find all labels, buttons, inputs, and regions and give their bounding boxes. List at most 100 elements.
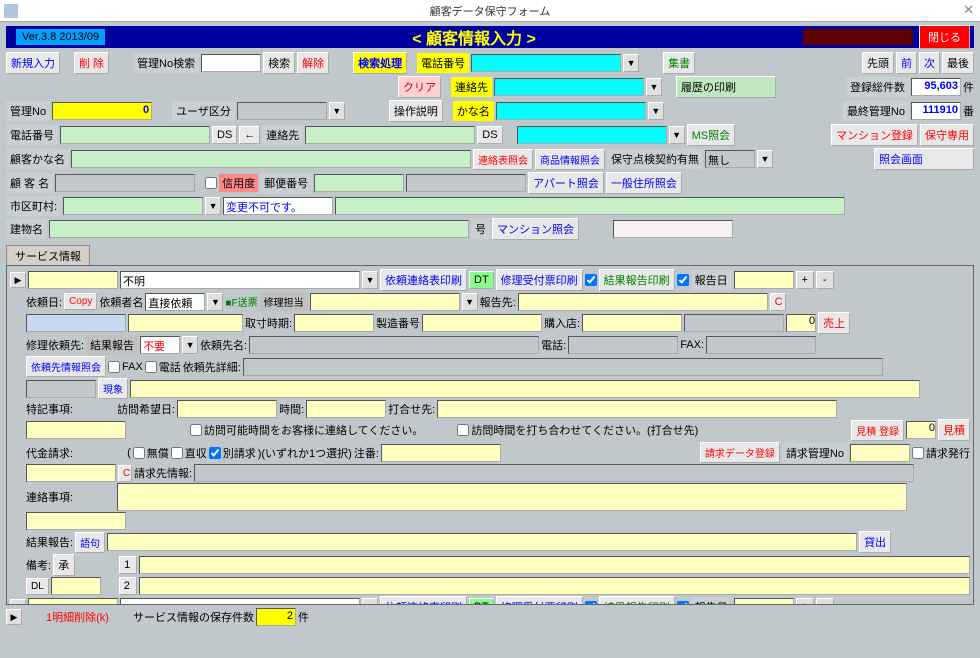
- address-input[interactable]: [335, 197, 845, 215]
- report-date-input-b[interactable]: [734, 598, 794, 605]
- new-entry-button[interactable]: 新規入力: [6, 52, 60, 74]
- bill-issue-chk[interactable]: [912, 447, 924, 459]
- note-input1[interactable]: [26, 421, 126, 439]
- phone-input[interactable]: [60, 126, 210, 144]
- req-print-button-b[interactable]: 依頼連絡表印刷: [380, 596, 467, 605]
- copy-button[interactable]: Copy: [64, 293, 97, 310]
- dt-button-b[interactable]: DT: [469, 598, 494, 605]
- addr-ref-button[interactable]: 一般住所照会: [606, 172, 682, 194]
- fax-input[interactable]: [706, 336, 816, 354]
- collect-button[interactable]: 集書: [663, 52, 695, 74]
- phone-dropdown[interactable]: ▼: [623, 54, 639, 72]
- maint-contract-dropdown[interactable]: ▼: [757, 150, 773, 168]
- next-button[interactable]: 次: [919, 52, 940, 74]
- bill-info-input[interactable]: [194, 464, 914, 482]
- bill-data-button[interactable]: 請求データ登録: [700, 442, 780, 463]
- credit-check[interactable]: [205, 177, 217, 189]
- service-tab[interactable]: サービス情報: [6, 245, 90, 266]
- result-print-button[interactable]: 結果報告印刷: [599, 269, 675, 291]
- contact-input[interactable]: [305, 126, 475, 144]
- dt-button[interactable]: DT: [469, 271, 494, 289]
- svc-field-b[interactable]: [28, 598, 118, 605]
- print-history-button[interactable]: 履歴の印刷: [676, 76, 776, 98]
- acq-field[interactable]: [128, 314, 243, 332]
- delete-button[interactable]: 削 除: [74, 52, 109, 74]
- separate-chk[interactable]: [209, 447, 221, 459]
- purchase-input[interactable]: [582, 314, 682, 332]
- clear-button[interactable]: クリア: [398, 76, 441, 98]
- contact-dropdown[interactable]: ▼: [646, 78, 662, 96]
- city-dropdown[interactable]: ▼: [205, 197, 221, 215]
- maint-only-button[interactable]: 保守専用: [920, 124, 974, 146]
- kana-search-input[interactable]: [496, 102, 646, 120]
- repair-print-chk-b[interactable]: [585, 601, 597, 605]
- msg2-chk[interactable]: [457, 424, 469, 436]
- nav-first[interactable]: ▶: [10, 272, 26, 288]
- time-input[interactable]: [306, 400, 386, 418]
- ms-ref-button[interactable]: MS照会: [687, 124, 736, 146]
- dl-area[interactable]: [51, 577, 101, 595]
- unknown-dd-b[interactable]: ▼: [362, 598, 378, 605]
- footer-nav[interactable]: ▶: [6, 609, 22, 625]
- dl-button[interactable]: DL: [26, 578, 49, 595]
- tel-chk[interactable]: [145, 361, 157, 373]
- blue-field[interactable]: [26, 314, 126, 332]
- zero-field[interactable]: 0: [786, 314, 816, 332]
- remarks-input-2[interactable]: [139, 577, 970, 595]
- sales-button[interactable]: 売上: [818, 312, 850, 334]
- phrase-button[interactable]: 語句: [75, 532, 105, 553]
- postal-extra[interactable]: [406, 174, 526, 192]
- user-div-input[interactable]: [237, 102, 327, 120]
- req-print-button[interactable]: 依頼連絡表印刷: [380, 269, 467, 291]
- ms-dropdown[interactable]: ▼: [669, 126, 685, 144]
- mgmt-search-input[interactable]: [201, 54, 261, 72]
- prod-ref-button[interactable]: 商品情報照会: [535, 149, 605, 170]
- plus-button[interactable]: +: [796, 271, 814, 289]
- unknown-select-b[interactable]: [120, 598, 360, 605]
- direct2-chk[interactable]: [171, 447, 183, 459]
- ds-button-1[interactable]: DS: [212, 126, 237, 144]
- repair-person-dd[interactable]: ▼: [462, 293, 478, 311]
- contact-ref-button[interactable]: 連絡表照会: [473, 149, 533, 170]
- fsend-label[interactable]: ■F送票: [225, 294, 257, 309]
- result-print-button-b[interactable]: 結果報告印刷: [599, 596, 675, 605]
- est-zero[interactable]: 0: [906, 421, 936, 439]
- contact-search-input[interactable]: [494, 78, 644, 96]
- cn-area[interactable]: [26, 512, 126, 530]
- last-button[interactable]: 最後: [942, 52, 974, 74]
- bill-mgmt-input[interactable]: [850, 444, 910, 462]
- two-button[interactable]: 2: [119, 577, 137, 595]
- mansion-reg-button[interactable]: マンション登録: [831, 124, 918, 146]
- result-print-chk-b[interactable]: [677, 601, 689, 605]
- minus-button[interactable]: -: [816, 271, 834, 289]
- mfg-no-input[interactable]: [422, 314, 542, 332]
- apt-ref-button[interactable]: アパート照会: [528, 172, 604, 194]
- repair-print-chk[interactable]: [585, 274, 597, 286]
- minus-button-b[interactable]: -: [816, 598, 834, 605]
- search-button[interactable]: 検索: [263, 52, 295, 74]
- free-chk[interactable]: [133, 447, 145, 459]
- svc-field-1[interactable]: [28, 271, 118, 289]
- cust-name-input[interactable]: [55, 174, 195, 192]
- caution-input[interactable]: [381, 444, 501, 462]
- kana-input[interactable]: [71, 150, 471, 168]
- fax-chk[interactable]: [108, 361, 120, 373]
- window-close-icon[interactable]: ✕: [963, 2, 974, 18]
- remarks-input-1[interactable]: [139, 556, 970, 574]
- req-detail-input[interactable]: [243, 358, 883, 376]
- prev-button[interactable]: 前: [896, 52, 917, 74]
- msg1-chk[interactable]: [190, 424, 202, 436]
- kana-dropdown[interactable]: ▼: [648, 102, 664, 120]
- pay-area[interactable]: [26, 464, 116, 482]
- report-date-input[interactable]: [734, 271, 794, 289]
- unknown-select[interactable]: 不明: [120, 271, 360, 289]
- op-guide-button[interactable]: 操作説明: [389, 100, 443, 122]
- city-input[interactable]: [63, 197, 203, 215]
- mgmt-no-value[interactable]: 0: [52, 102, 152, 120]
- result-print-chk[interactable]: [677, 274, 689, 286]
- ref-screen-button[interactable]: 照会画面: [874, 148, 974, 170]
- maint-contract-value[interactable]: 無し: [705, 150, 755, 168]
- c-button[interactable]: C: [770, 293, 786, 311]
- cash-button[interactable]: 現象: [98, 378, 128, 399]
- release-button[interactable]: 解除: [297, 52, 329, 74]
